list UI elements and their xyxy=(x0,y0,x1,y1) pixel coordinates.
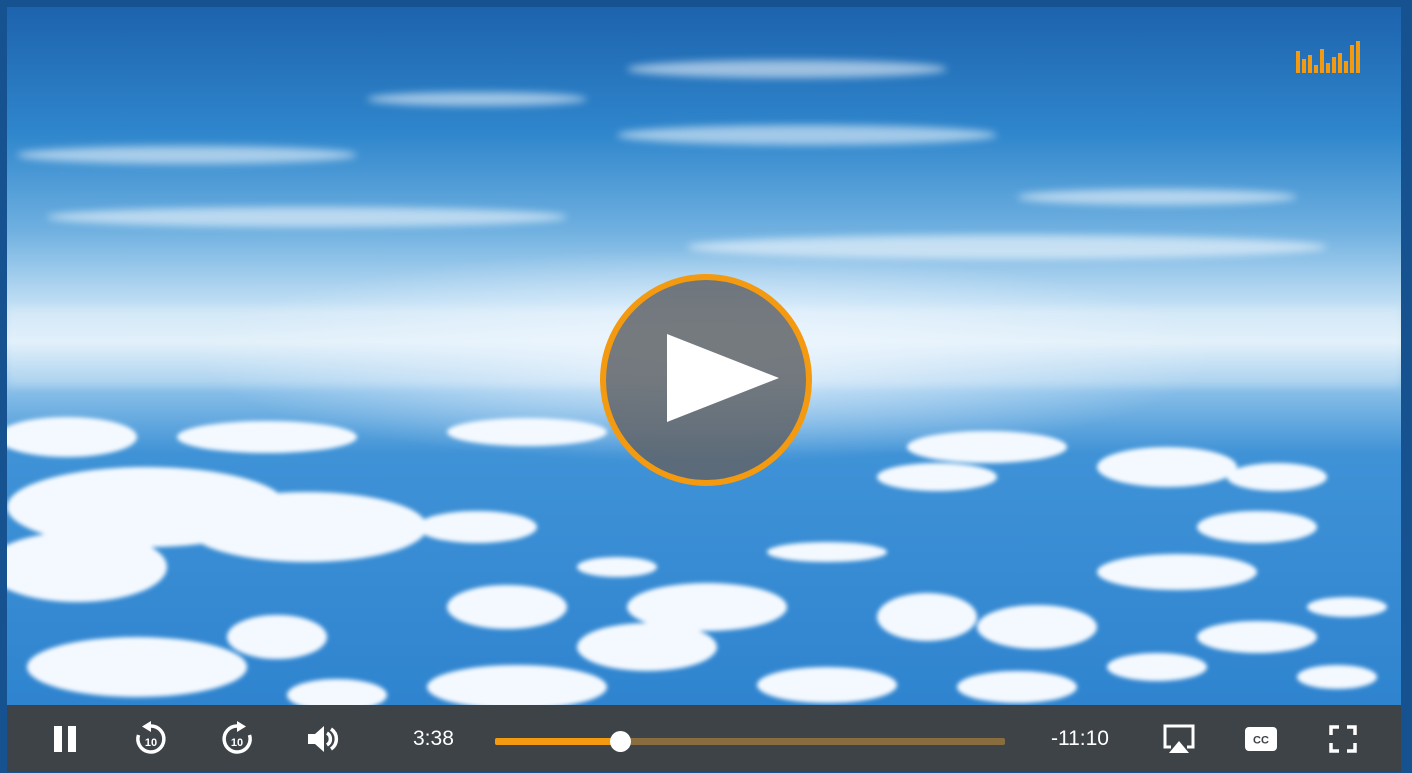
forward-10-button[interactable]: 10 xyxy=(215,705,259,772)
seek-bar[interactable] xyxy=(495,731,1005,752)
pause-icon xyxy=(54,725,76,752)
captions-label: CC xyxy=(1253,734,1269,746)
forward-seconds-label: 10 xyxy=(231,737,243,749)
fullscreen-button[interactable] xyxy=(1323,705,1363,772)
volume-icon xyxy=(308,725,339,752)
big-play-button[interactable] xyxy=(600,274,812,486)
seek-handle[interactable] xyxy=(609,731,631,752)
rewind-10-button[interactable]: 10 xyxy=(129,705,173,772)
airplay-icon xyxy=(1163,724,1195,753)
play-icon xyxy=(667,334,779,422)
closed-captions-icon: CC xyxy=(1245,726,1277,751)
video-frame[interactable] xyxy=(7,7,1401,705)
forward-10-icon: 10 xyxy=(222,720,252,754)
volume-button[interactable] xyxy=(301,705,347,772)
control-bar: 10 10 3:38 -11:10 CC xyxy=(7,705,1401,772)
rewind-10-icon: 10 xyxy=(136,720,166,754)
seek-bar-played xyxy=(495,738,620,745)
current-time: 3:38 xyxy=(413,727,454,750)
fullscreen-icon xyxy=(1329,724,1357,753)
video-player: 10 10 3:38 -11:10 CC xyxy=(7,7,1401,772)
captions-button[interactable]: CC xyxy=(1241,705,1281,772)
airplay-button[interactable] xyxy=(1157,705,1201,772)
pause-button[interactable] xyxy=(45,705,85,772)
rewind-seconds-label: 10 xyxy=(145,737,157,749)
remaining-time: -11:10 xyxy=(1051,727,1109,750)
